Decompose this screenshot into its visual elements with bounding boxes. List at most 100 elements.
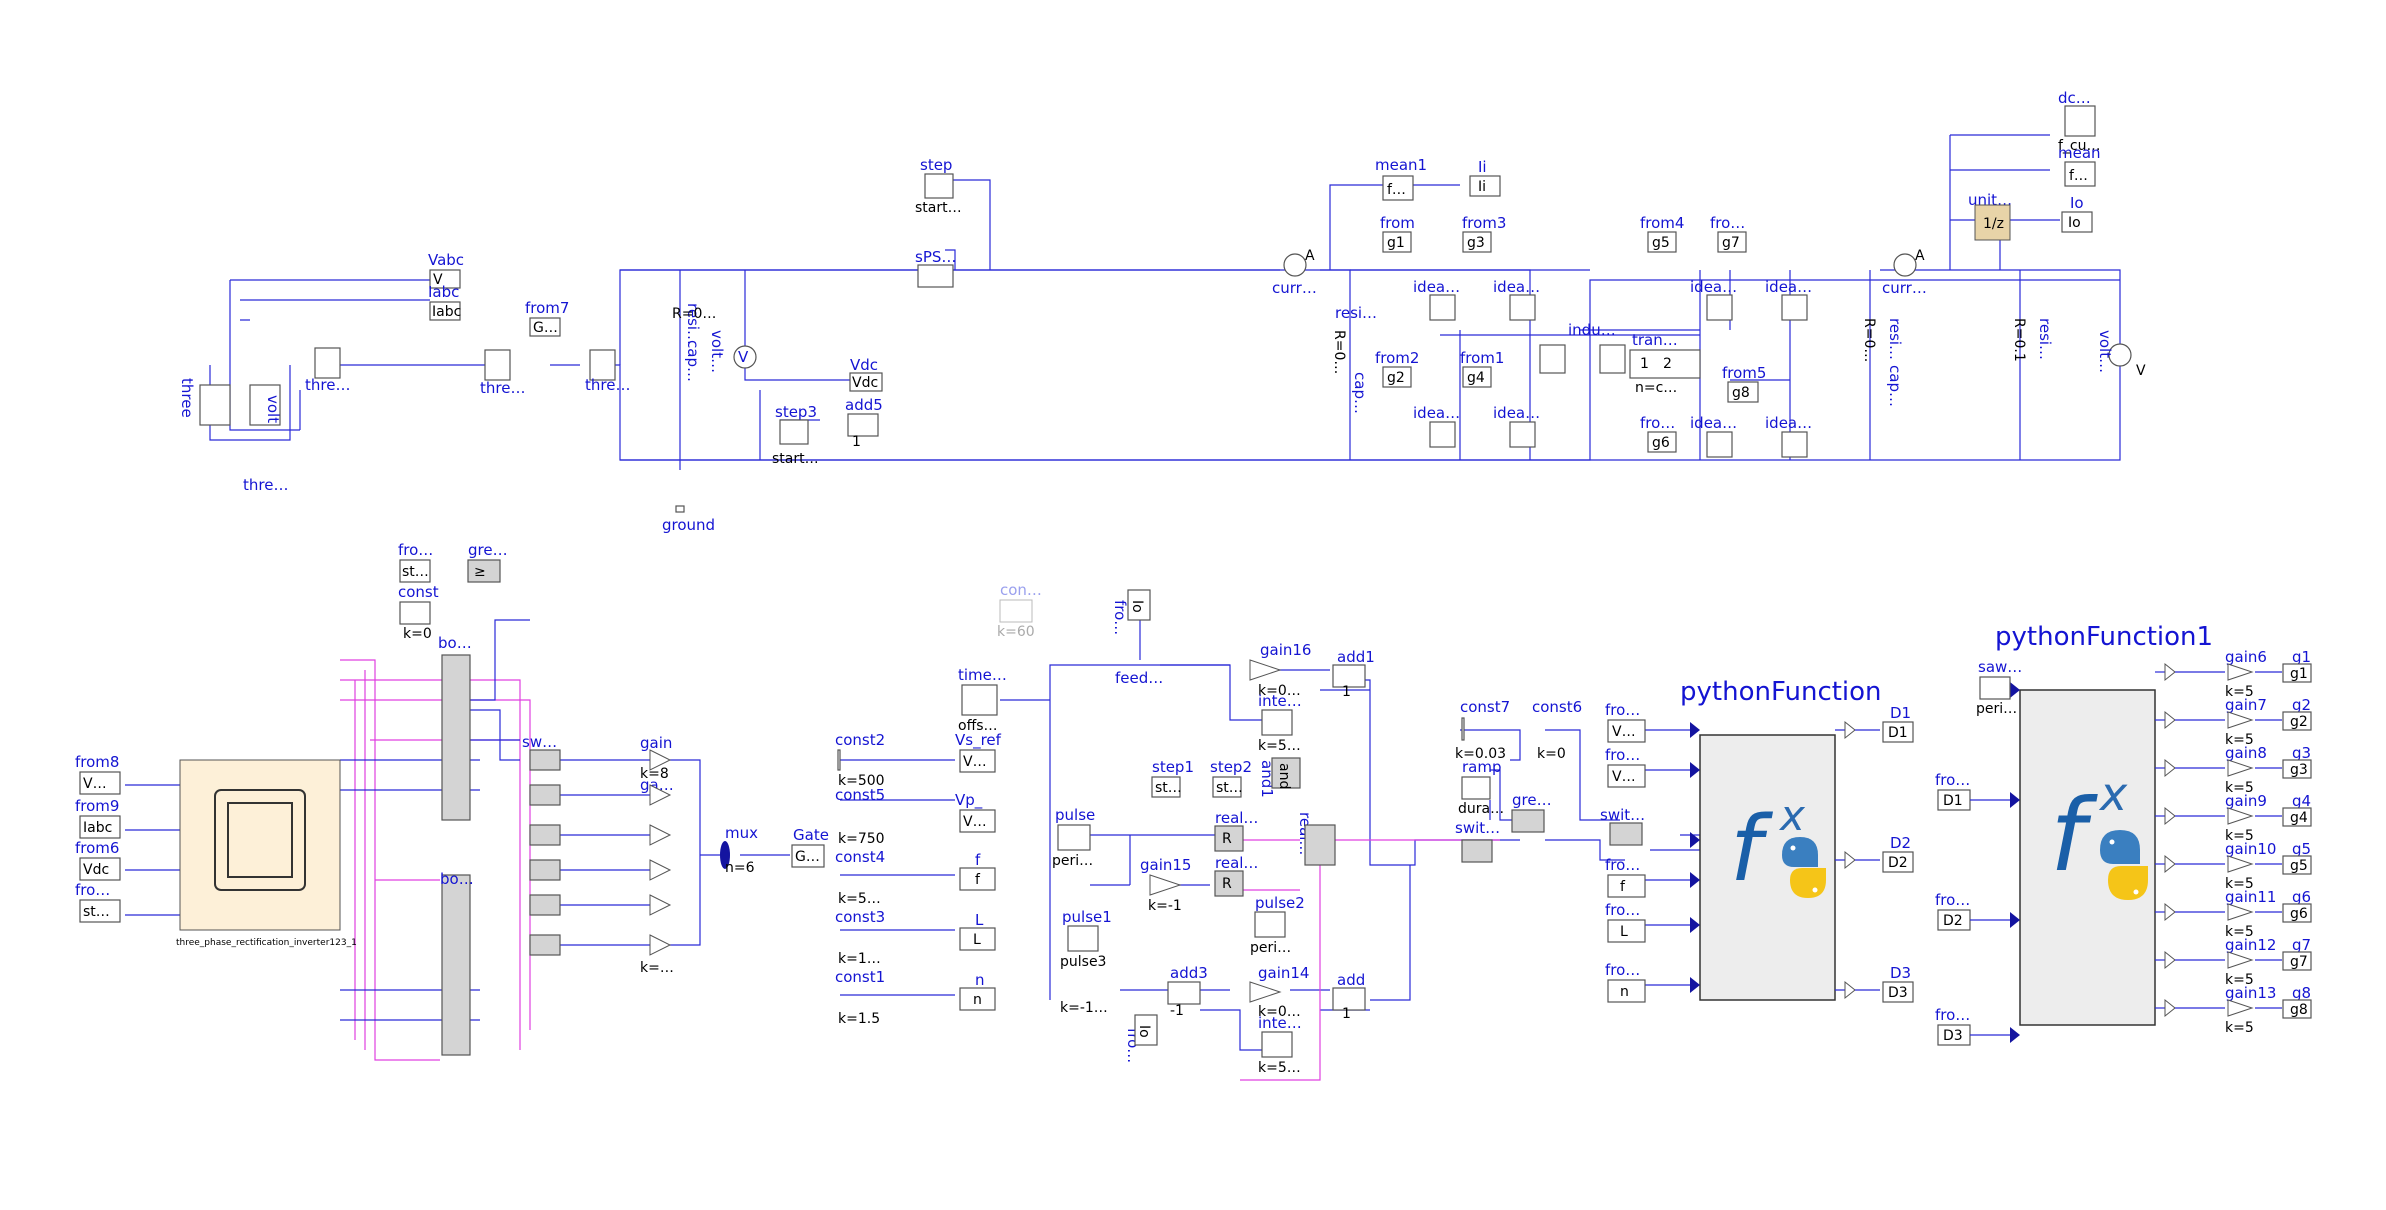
ideal-switch-6[interactable] xyxy=(1706,431,1733,458)
integrator-1[interactable] xyxy=(1261,709,1293,736)
gain-triangle[interactable] xyxy=(2227,903,2254,921)
switch-6[interactable] xyxy=(529,934,561,956)
block-label: gre… xyxy=(1512,791,1552,809)
goto-label: g1 xyxy=(2292,648,2311,666)
greater-block[interactable] xyxy=(1511,809,1545,833)
ground-block[interactable] xyxy=(675,505,685,513)
block-param: Io xyxy=(1129,600,1145,613)
gain16-triangle[interactable] xyxy=(1249,659,1282,681)
block-param: n=c… xyxy=(1635,380,1677,396)
block-label: from7 xyxy=(525,299,569,317)
ideal-switch-4[interactable] xyxy=(1509,421,1536,448)
gain-triangle[interactable] xyxy=(2227,807,2254,825)
ideal-switch-7[interactable] xyxy=(1781,294,1808,321)
goto-label: g3 xyxy=(2292,744,2311,762)
gain-triangle[interactable] xyxy=(2227,759,2254,777)
switch-2[interactable] xyxy=(529,784,561,806)
bool-to-real-column-2[interactable] xyxy=(441,874,471,1056)
transformer-block[interactable] xyxy=(484,349,511,381)
const7-block[interactable] xyxy=(1461,717,1465,741)
rectifier-inverter-block[interactable] xyxy=(179,759,341,931)
inductor-block[interactable] xyxy=(1599,344,1626,374)
block-param: n=6 xyxy=(725,860,755,876)
current-sensor-2[interactable] xyxy=(1893,253,1917,277)
ideal-switch-8[interactable] xyxy=(1781,431,1808,458)
three-phase-source-block[interactable] xyxy=(199,384,231,426)
pulse2-block[interactable] xyxy=(1254,911,1286,938)
ideal-switch-3[interactable] xyxy=(1509,294,1536,321)
ideal-switch-1[interactable] xyxy=(1429,294,1456,321)
gain-triangle[interactable] xyxy=(2227,855,2254,873)
switch-1[interactable] xyxy=(529,749,561,771)
step3-block[interactable] xyxy=(779,419,809,445)
gain14-triangle[interactable] xyxy=(1249,981,1282,1003)
gain-triangle[interactable] xyxy=(2227,951,2254,969)
block-param: k=-1… xyxy=(1060,1000,1108,1016)
block-label: swit… xyxy=(1600,806,1645,824)
block-label: fro… xyxy=(1605,746,1640,764)
block-param: g8 xyxy=(1732,385,1750,401)
block-param: V xyxy=(2136,363,2146,379)
real-block-3[interactable] xyxy=(1304,824,1336,866)
voltage-sensor-mid[interactable] xyxy=(1539,344,1566,374)
gain-triangle-6[interactable] xyxy=(649,934,672,956)
block-label: mean xyxy=(2058,144,2101,162)
current-sensor-1[interactable] xyxy=(1283,253,1307,277)
gain-triangle[interactable] xyxy=(2227,711,2254,729)
block-label: resi… xyxy=(2036,318,2054,360)
pulse-block[interactable] xyxy=(1057,824,1091,851)
python-function-block[interactable] xyxy=(1699,734,1836,1001)
add5-block[interactable] xyxy=(847,413,879,437)
block-param: R xyxy=(1222,831,1232,847)
switch-4[interactable] xyxy=(529,859,561,881)
block-label: add xyxy=(1337,971,1365,989)
from-f-tag[interactable] xyxy=(1607,874,1646,898)
block-param: g1 xyxy=(1387,235,1405,251)
switch-block-2[interactable] xyxy=(1609,822,1643,846)
block-param: V… xyxy=(1612,769,1636,785)
switch-5[interactable] xyxy=(529,894,561,916)
gain-triangle-3[interactable] xyxy=(649,824,672,846)
block-label: D2 xyxy=(1890,834,1911,852)
ideal-switch-5[interactable] xyxy=(1706,294,1733,321)
pulse1-block[interactable] xyxy=(1067,925,1099,952)
const-block[interactable] xyxy=(399,601,431,625)
block-label: Vabc xyxy=(428,251,464,269)
gain-triangle[interactable] xyxy=(2227,663,2254,681)
block-param: G… xyxy=(795,849,820,865)
gain15-triangle[interactable] xyxy=(1149,874,1182,896)
ramp-block[interactable] xyxy=(1461,776,1491,800)
output-port xyxy=(2164,710,2176,730)
python-function-title: pythonFunction xyxy=(1680,677,1882,707)
block-label: fro… xyxy=(75,881,110,899)
gain-triangle-5[interactable] xyxy=(649,894,672,916)
time-table-block[interactable] xyxy=(961,684,998,716)
block-label: mux xyxy=(725,824,758,842)
block-param: R xyxy=(1222,876,1232,892)
block-label: curr… xyxy=(1882,279,1927,297)
block-param: Vdc xyxy=(83,862,109,878)
block-label: tran… xyxy=(1632,331,1678,349)
bool-to-real-column-1[interactable] xyxy=(441,654,471,821)
step-block[interactable] xyxy=(924,173,954,199)
integrator-2[interactable] xyxy=(1261,1031,1293,1058)
sawtooth-block[interactable] xyxy=(1979,676,2011,700)
ideal-switch-2[interactable] xyxy=(1429,421,1456,448)
const2-block[interactable] xyxy=(837,749,841,771)
const-faded-block[interactable] xyxy=(999,599,1033,623)
goto-param: g1 xyxy=(2290,666,2308,682)
block-label: const4 xyxy=(835,848,885,866)
sps-switch-block[interactable] xyxy=(917,264,954,288)
switch-3[interactable] xyxy=(529,824,561,846)
block-label: idea… xyxy=(1413,404,1460,422)
gain-triangle-4[interactable] xyxy=(649,859,672,881)
block-label: const3 xyxy=(835,908,885,926)
dc-filter-block[interactable] xyxy=(2064,105,2096,137)
add3-block[interactable] xyxy=(1167,981,1201,1005)
sensor-glyph: V xyxy=(738,348,749,366)
python-function-1: pythonFunction f x D1 D1 D2 D2 D3 D3 xyxy=(1680,677,1914,1003)
gain-triangle[interactable] xyxy=(2227,999,2254,1017)
switch-block-1[interactable] xyxy=(1461,839,1493,863)
three-phase-sensor-block[interactable] xyxy=(314,347,341,379)
goto-param: g3 xyxy=(2290,762,2308,778)
